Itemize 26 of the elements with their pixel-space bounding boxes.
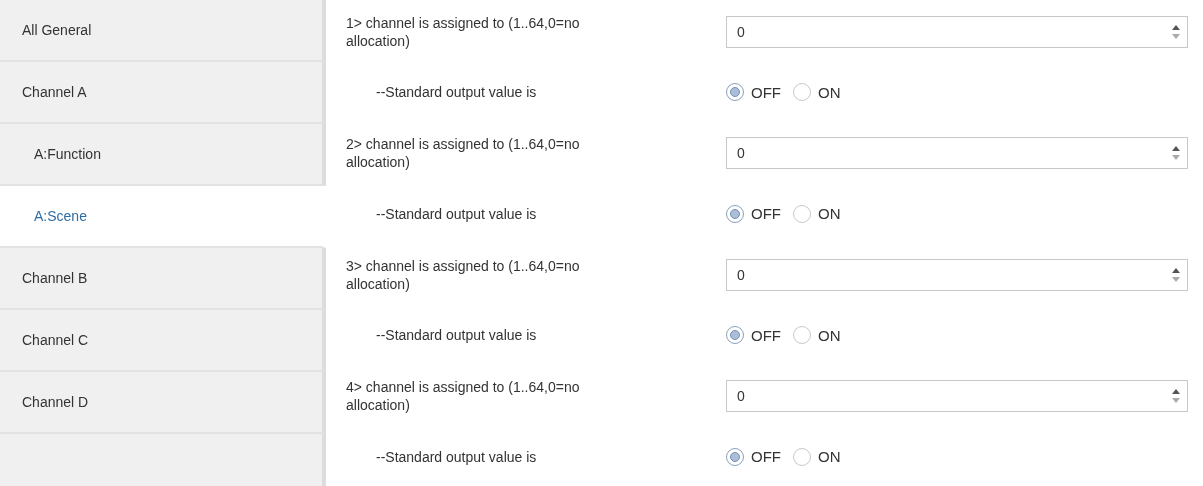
radio-option[interactable]: OFF xyxy=(726,204,781,223)
number-field[interactable]: 0 xyxy=(726,15,1188,48)
radio-option[interactable]: ON xyxy=(793,204,841,223)
number-field[interactable]: 0 xyxy=(726,258,1188,291)
parameter-label: 3> channel is assigned to (1..64,0=no allocation) xyxy=(346,256,581,293)
parameter-label: 2> channel is assigned to (1..64,0=no allocation) xyxy=(346,135,581,172)
parameter-label: --Standard output value is xyxy=(376,84,537,101)
sidebar-item[interactable]: All General xyxy=(0,0,326,62)
sidebar-item[interactable]: Channel B xyxy=(0,248,326,310)
radio-option[interactable]: OFF xyxy=(726,447,781,466)
radio-option[interactable]: OFF xyxy=(726,326,781,345)
radio-option[interactable]: ON xyxy=(793,326,841,345)
number-field[interactable]: 0 xyxy=(726,380,1188,413)
radio-option[interactable]: ON xyxy=(793,83,841,102)
radio-option[interactable]: OFF xyxy=(726,83,781,102)
parameter-label: 4> channel is assigned to (1..64,0=no allocation) xyxy=(346,378,581,415)
parameter-label: --Standard output value is xyxy=(376,205,537,222)
sidebar-item[interactable]: Channel A xyxy=(0,62,326,124)
sidebar-item[interactable]: Channel C xyxy=(0,310,326,372)
parameter-label: --Standard output value is xyxy=(376,327,537,344)
sidebar-item[interactable]: Channel D xyxy=(0,372,326,434)
parameter-label: --Standard output value is xyxy=(376,448,537,465)
sidebar-item[interactable]: A:Scene xyxy=(0,186,326,248)
radio-option[interactable]: ON xyxy=(793,447,841,466)
parameter-label: 1> channel is assigned to (1..64,0=no allocation) xyxy=(346,13,581,50)
number-field[interactable]: 0 xyxy=(726,137,1188,170)
